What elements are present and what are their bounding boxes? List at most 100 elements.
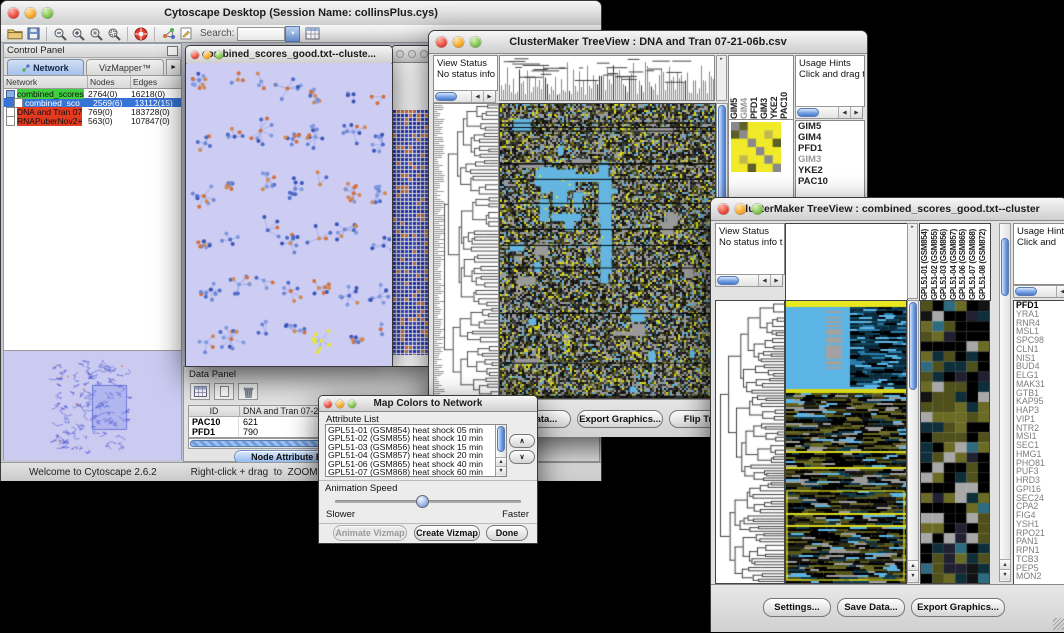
slider-thumb[interactable] — [416, 495, 429, 508]
minimize-button[interactable] — [453, 37, 464, 48]
zoom-button[interactable] — [42, 8, 53, 19]
attr-col-id[interactable]: ID — [189, 406, 240, 416]
network-table-row[interactable]: RNAPuberNov2+ 563(0) 107847(0) — [4, 116, 181, 125]
gene-dendrogram-canvas[interactable] — [715, 300, 785, 584]
array-label[interactable]: GPL51-07 (GSM868) — [968, 224, 978, 300]
toolbar-separator — [154, 27, 155, 41]
close-button[interactable] — [396, 50, 404, 58]
dialog-title-bar[interactable]: Map Colors to Network — [319, 396, 537, 412]
minimize-button[interactable] — [735, 204, 746, 215]
gene-name[interactable]: MON2 — [1014, 572, 1064, 581]
help-lifering-icon[interactable] — [134, 26, 148, 42]
zoom-heatmap-canvas[interactable] — [920, 300, 990, 584]
array-label[interactable]: GPL51-06 (GSM865) — [958, 224, 968, 300]
array-label[interactable]: GPL51-04 (GSM857) — [949, 224, 959, 300]
heatmap-vscroll[interactable]: ▲▼ — [907, 300, 919, 583]
main-title-bar[interactable]: Cytoscape Desktop (Session Name: collins… — [1, 1, 601, 26]
delete-attribute-icon[interactable] — [238, 383, 258, 400]
grid-window-title-bar[interactable] — [392, 46, 432, 63]
close-button[interactable] — [718, 204, 729, 215]
export-graphics-button[interactable]: Export Graphics... — [911, 598, 1005, 617]
zoom-in-icon[interactable] — [71, 26, 85, 42]
minimize-button[interactable] — [203, 51, 211, 59]
zoom-button[interactable] — [215, 51, 223, 59]
usage-hints-scrollbar[interactable]: ◀▶ — [795, 106, 863, 119]
global-heatmap-canvas[interactable] — [785, 300, 907, 584]
zoom-button[interactable] — [470, 37, 481, 48]
array-label[interactable]: GPL51-03 (GSM856) — [939, 224, 949, 300]
close-button[interactable] — [436, 37, 447, 48]
network-view-icon[interactable] — [161, 26, 176, 42]
annotation-icon[interactable] — [180, 26, 192, 42]
network-view-title-bar[interactable]: combined_scores_good.txt--cluste... — [186, 46, 392, 64]
resize-grip[interactable] — [1053, 618, 1064, 630]
move-up-button[interactable]: ∧ — [509, 434, 535, 448]
treeview-dna-title-bar[interactable]: ClusterMaker TreeView : DNA and Tran 07-… — [429, 31, 867, 54]
search-dropdown-button[interactable]: ▼ — [285, 26, 300, 42]
zoom-button[interactable] — [348, 400, 356, 408]
zoom-panel-vscroll[interactable]: ▲▼ — [999, 223, 1011, 582]
usage-hints-text: Click and drag tc — [799, 69, 865, 80]
zoom-fit-icon[interactable] — [107, 26, 121, 42]
select-attributes-icon[interactable] — [190, 383, 210, 400]
close-button[interactable] — [324, 400, 332, 408]
grid-network-canvas[interactable] — [393, 110, 430, 355]
done-button[interactable]: Done — [486, 525, 528, 541]
settings-button[interactable]: Settings... — [763, 598, 831, 617]
array-label[interactable]: GIM3 — [759, 56, 769, 119]
export-graphics-button[interactable]: Export Graphics... — [577, 410, 663, 428]
array-label[interactable]: GIM5 — [729, 56, 739, 119]
column-dendrogram-canvas[interactable] — [499, 55, 715, 101]
move-down-button[interactable]: ∨ — [509, 450, 535, 464]
column-scroll-strip[interactable]: ▸ — [716, 55, 727, 101]
attribute-item[interactable]: GPL51-07 (GSM868) heat shock 60 min — [328, 468, 495, 476]
view-status-scrollbar[interactable]: ◀▶ — [433, 90, 496, 103]
global-heatmap-canvas[interactable] — [499, 103, 716, 399]
gene-name[interactable]: GIM3 — [796, 154, 864, 165]
array-label[interactable]: PAC10 — [779, 56, 789, 119]
zoom-button[interactable] — [420, 50, 428, 58]
animate-vizmap-button[interactable]: Animate Vizmap — [333, 525, 407, 541]
tab-overflow-arrow[interactable]: ► — [166, 59, 181, 75]
correlation-matrix-canvas[interactable] — [731, 122, 781, 172]
zoom-out-icon[interactable] — [53, 26, 67, 42]
table-import-icon[interactable] — [305, 26, 320, 42]
new-attribute-icon[interactable] — [214, 383, 234, 400]
gene-name[interactable]: GIM5 — [796, 121, 864, 132]
array-label[interactable]: YKE2 — [769, 56, 779, 119]
tab-network[interactable]: Network — [7, 59, 84, 75]
array-label[interactable]: PFD1 — [749, 56, 759, 119]
array-label[interactable]: GPL51-08 (GSM872) — [978, 224, 988, 300]
treeview-combined-title-bar[interactable]: ClusterMaker TreeView : combined_scores_… — [711, 198, 1064, 221]
view-status-scrollbar[interactable]: ◀▶ — [715, 274, 783, 287]
network-view-canvas[interactable] — [187, 63, 391, 365]
gene-name[interactable]: GIM4 — [796, 132, 864, 143]
save-icon[interactable] — [27, 26, 40, 42]
gene-name[interactable]: PAC10 — [796, 176, 864, 187]
attribute-list-vscroll[interactable]: ▲▼ — [495, 425, 506, 476]
zoom-selected-icon[interactable] — [89, 26, 103, 42]
gene-name[interactable]: YKE2 — [796, 165, 864, 176]
column-dendrogram-panel[interactable] — [785, 223, 908, 301]
search-input[interactable] — [237, 27, 285, 41]
zoom-button[interactable] — [752, 204, 763, 215]
create-vizmap-button[interactable]: Create Vizmap — [414, 525, 480, 541]
minimize-button[interactable] — [408, 50, 416, 58]
save-data-button[interactable]: Save Data... — [837, 598, 905, 617]
array-label[interactable]: GPL51-01 (GSM854) — [920, 224, 930, 300]
open-file-icon[interactable] — [7, 26, 23, 42]
column-scroll-strip[interactable]: ▸ — [907, 223, 918, 299]
float-panel-icon[interactable] — [167, 46, 178, 56]
array-label[interactable]: GPL51-02 (GSM855) — [930, 224, 940, 300]
birdseye-panel — [4, 350, 181, 460]
birdseye-view-canvas[interactable] — [4, 352, 180, 459]
usage-hints-scrollbar[interactable]: ◀ — [1013, 285, 1064, 298]
close-button[interactable] — [191, 51, 199, 59]
gene-dendrogram-canvas[interactable] — [433, 103, 499, 399]
close-button[interactable] — [8, 8, 19, 19]
tab-vizmapper[interactable]: VizMapper™ — [86, 59, 165, 75]
minimize-button[interactable] — [25, 8, 36, 19]
gene-name[interactable]: PFD1 — [796, 143, 864, 154]
array-label[interactable]: GIM4 — [739, 56, 749, 119]
minimize-button[interactable] — [336, 400, 344, 408]
